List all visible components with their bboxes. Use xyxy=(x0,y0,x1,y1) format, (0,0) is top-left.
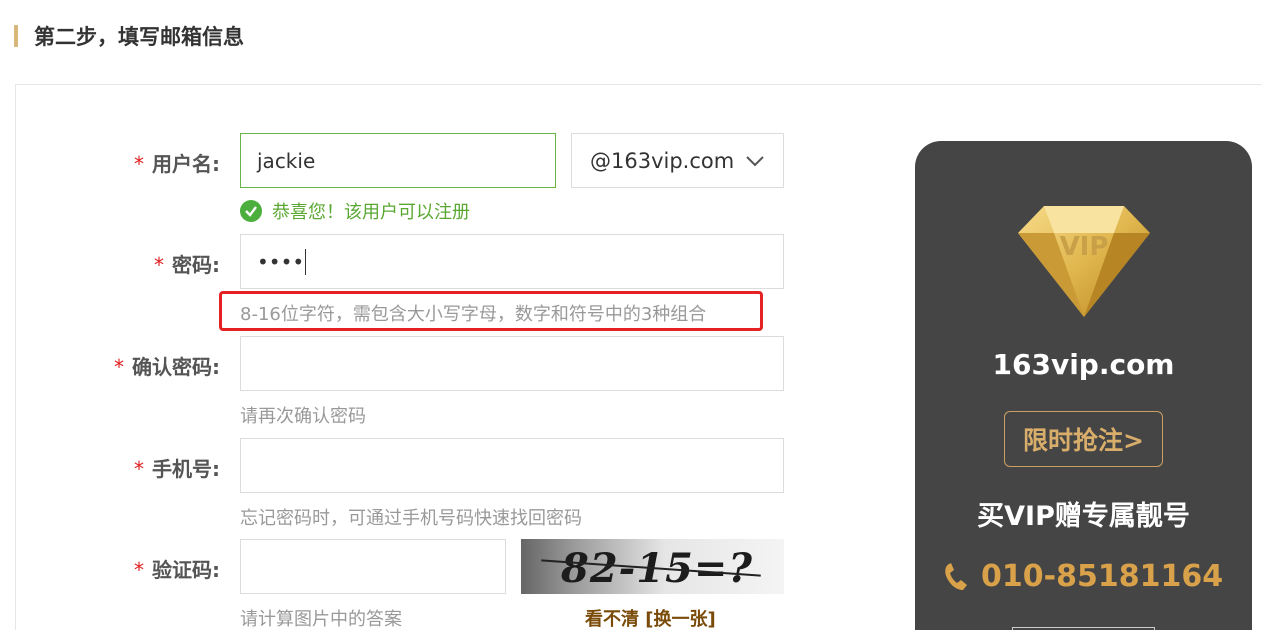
phone-hint: 忘记密码时，可通过手机号码快速找回密码 xyxy=(240,508,582,529)
check-circle-icon xyxy=(240,200,262,222)
password-label: * 密码: xyxy=(154,253,220,277)
phone-input[interactable] xyxy=(240,438,784,493)
promo-domain: 163vip.com xyxy=(992,348,1175,381)
required-mark: * xyxy=(134,457,144,481)
chevron-down-icon xyxy=(746,156,764,167)
domain-select-value: @163vip.com xyxy=(590,148,735,173)
username-value: jackie xyxy=(257,148,316,173)
phone-label: * 手机号: xyxy=(134,457,220,481)
diamond-icon: VIP xyxy=(1018,206,1150,317)
password-value: •••• xyxy=(257,249,305,274)
text-cursor xyxy=(305,248,307,275)
confirm-password-input[interactable] xyxy=(240,336,784,391)
promo-phone-number: 010-85181164 xyxy=(981,559,1224,594)
highlight-box xyxy=(219,291,763,331)
password-input[interactable]: •••• xyxy=(240,234,784,289)
vip-badge-text: VIP xyxy=(1060,232,1109,262)
domain-select[interactable]: @163vip.com xyxy=(571,133,784,188)
required-mark: * xyxy=(134,558,144,582)
refresh-captcha-link[interactable]: 看不清 [换一张] xyxy=(585,605,716,630)
promo-phone: 010-85181164 xyxy=(943,559,1223,594)
page-title: 第二步，填写邮箱信息 xyxy=(34,25,244,49)
confirm-password-label: * 确认密码: xyxy=(114,355,220,379)
username-input[interactable]: jackie xyxy=(240,133,556,188)
username-success-message: 恭喜您！该用户可以注册 xyxy=(240,198,470,224)
vip-promo-panel: VIP 163vip.com 限时抢注> 买VIP赠专属靓号 010-85181… xyxy=(915,141,1252,630)
promo-slogan: 买VIP赠专属靓号 xyxy=(977,501,1190,532)
username-label: * 用户名: xyxy=(134,152,220,176)
required-mark: * xyxy=(134,152,144,176)
captcha-image[interactable]: 82-15=? xyxy=(521,539,784,594)
register-now-button[interactable]: 限时抢注> xyxy=(1004,411,1163,467)
success-text: 恭喜您！该用户可以注册 xyxy=(272,202,470,223)
captcha-hint: 请计算图片中的答案 xyxy=(240,609,402,630)
step-accent-bar xyxy=(14,25,18,47)
captcha-input[interactable] xyxy=(240,539,506,594)
step-header: 第二步，填写邮箱信息 xyxy=(14,24,244,49)
phone-icon xyxy=(945,562,967,590)
confirm-password-hint: 请再次确认密码 xyxy=(240,406,366,427)
required-mark: * xyxy=(114,355,124,379)
captcha-label: * 验证码: xyxy=(134,558,220,582)
required-mark: * xyxy=(154,253,164,277)
